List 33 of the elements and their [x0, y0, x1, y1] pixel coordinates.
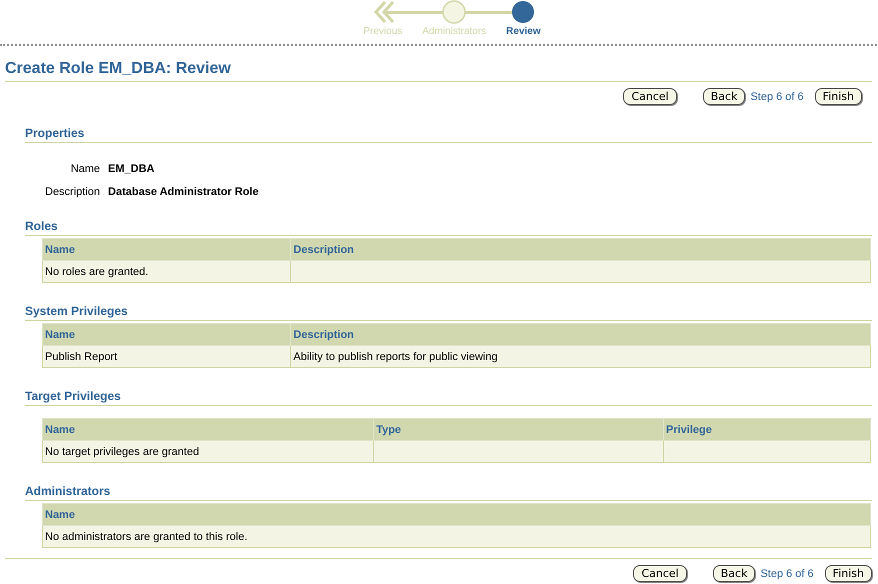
column-header: Description — [290, 324, 870, 346]
section-heading: Administrators — [25, 484, 872, 501]
column-header: Name — [42, 504, 870, 526]
finish-button[interactable]: Finish — [824, 565, 872, 582]
field-label: Name — [70, 163, 100, 175]
back-button[interactable]: Back — [712, 565, 756, 582]
cancel-button[interactable]: Cancel — [633, 565, 687, 582]
step-circle-icon[interactable] — [511, 0, 536, 24]
finish-button[interactable]: Finish — [814, 88, 862, 105]
table-cell: Publish Report — [42, 346, 291, 368]
back-button[interactable]: Back — [702, 88, 746, 105]
field-value: Database Administrator Role — [108, 186, 260, 198]
column-header: Description — [290, 238, 870, 260]
table-cell: No roles are granted. — [42, 260, 291, 282]
field-value: EM_DBA — [108, 163, 156, 175]
field-label: Description — [45, 186, 100, 198]
column-header: Name — [42, 324, 291, 346]
step-label: Review — [506, 26, 541, 37]
page-title: Create Role EM_DBA: Review — [5, 60, 872, 82]
column-header: Name — [42, 418, 374, 440]
table-cell: Ability to publish reports for public viewing — [290, 346, 870, 368]
section-heading: Roles — [25, 219, 872, 236]
cancel-button[interactable]: Cancel — [623, 88, 677, 105]
column-header: Type — [374, 418, 664, 440]
column-header: Privilege — [663, 418, 870, 440]
section-heading: Properties — [25, 126, 872, 143]
table-cell: No administrators are granted to this role. — [42, 526, 870, 548]
section-heading: System Privileges — [25, 304, 872, 321]
step-indicator: Step 6 of 6 — [750, 90, 804, 102]
table-cell: No target privileges are granted — [42, 440, 374, 462]
section-heading: Target Privileges — [25, 389, 872, 406]
step-indicator: Step 6 of 6 — [760, 568, 814, 580]
column-header: Name — [42, 238, 291, 260]
